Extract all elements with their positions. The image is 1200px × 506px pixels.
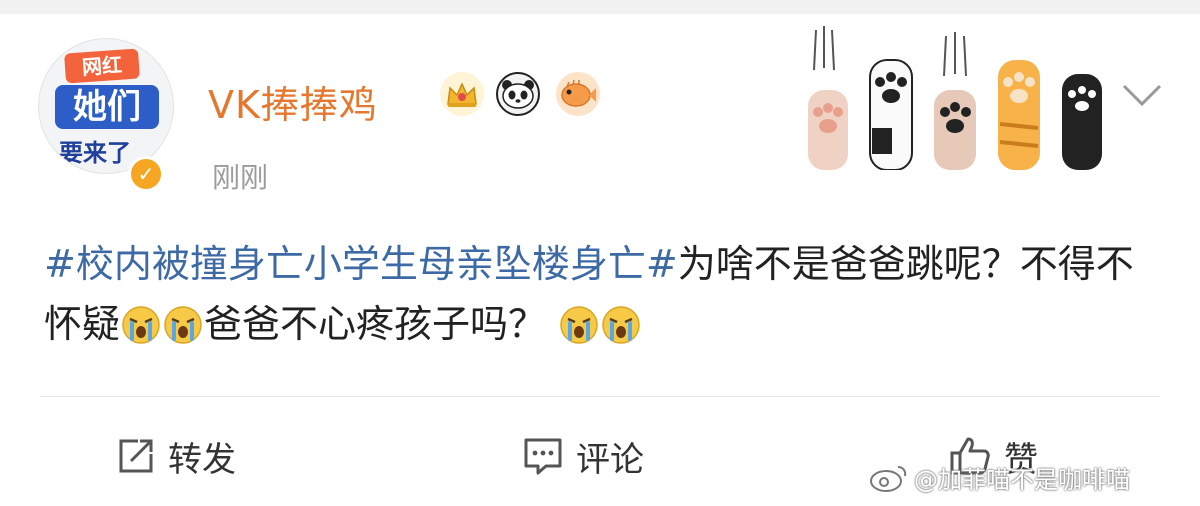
pufferfish-icon[interactable]	[556, 72, 600, 116]
cat-paw-icon	[998, 60, 1040, 170]
cat-paw-icon	[934, 32, 976, 170]
avatar-main-text: 她们	[55, 85, 159, 129]
watermark: @加菲喵不是咖啡喵	[868, 460, 1130, 495]
comment-button[interactable]: 评论	[522, 428, 644, 484]
watermark-text: @加菲喵不是咖啡喵	[914, 466, 1130, 494]
crown-icon[interactable]	[440, 72, 484, 116]
chevron-down-icon[interactable]	[1120, 80, 1164, 110]
repost-label: 转发	[168, 439, 236, 480]
post-timestamp: 刚刚	[212, 161, 269, 194]
cat-paw-icon	[869, 59, 913, 170]
post-content: #校内被撞身亡小学生母亲坠楼身亡#为啥不是爸爸跳呢？不得不怀疑 爸爸不心疼孩子吗？	[44, 234, 1164, 354]
cat-paw-icon	[808, 26, 848, 170]
top-strip	[0, 0, 1200, 14]
crying-face-icon	[601, 302, 641, 344]
avatar[interactable]: 网红 她们 要来了	[38, 38, 174, 174]
repost-icon	[119, 439, 153, 473]
verified-badge-icon: ✓	[128, 156, 164, 192]
action-divider	[40, 396, 1160, 397]
avatar-tag-text: 网红	[64, 48, 140, 84]
crying-face-icon	[163, 302, 203, 344]
comment-icon	[524, 438, 562, 475]
post-text-part2: 爸爸不心疼孩子吗？	[204, 302, 547, 346]
hashtag-link[interactable]: #校内被撞身亡小学生母亲坠楼身亡#	[44, 242, 678, 286]
comment-label: 评论	[576, 439, 644, 480]
crying-face-icon	[559, 302, 599, 344]
weibo-icon	[870, 465, 907, 492]
crying-face-icon	[121, 302, 161, 344]
username[interactable]: VK捧捧鸡	[208, 74, 378, 129]
repost-button[interactable]: 转发	[116, 428, 236, 484]
cat-paws-decoration	[808, 26, 1102, 170]
cat-paw-icon	[1062, 74, 1102, 170]
panda-icon[interactable]	[496, 72, 540, 116]
